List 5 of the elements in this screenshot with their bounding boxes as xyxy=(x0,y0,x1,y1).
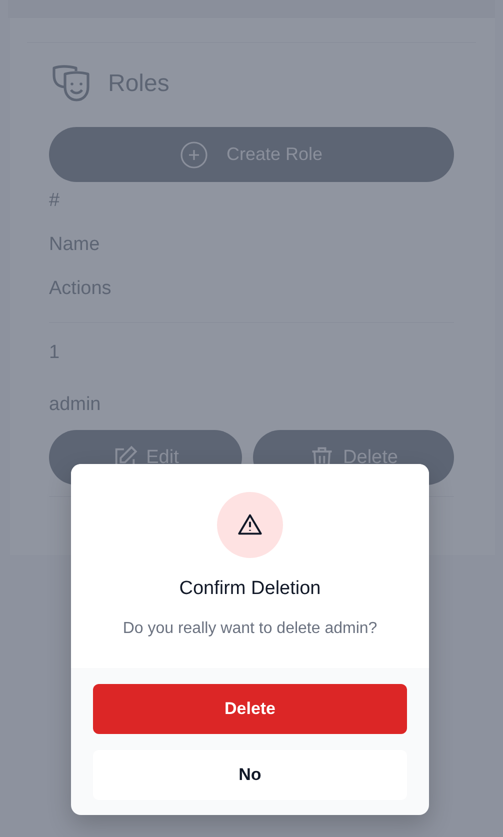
column-header: # xyxy=(49,190,61,212)
dialog-message: Do you really want to delete admin? xyxy=(122,620,378,638)
dialog-title: Confirm Deletion xyxy=(179,578,321,600)
delete-button[interactable]: Delete xyxy=(93,684,407,734)
no-button[interactable]: No xyxy=(93,750,407,800)
